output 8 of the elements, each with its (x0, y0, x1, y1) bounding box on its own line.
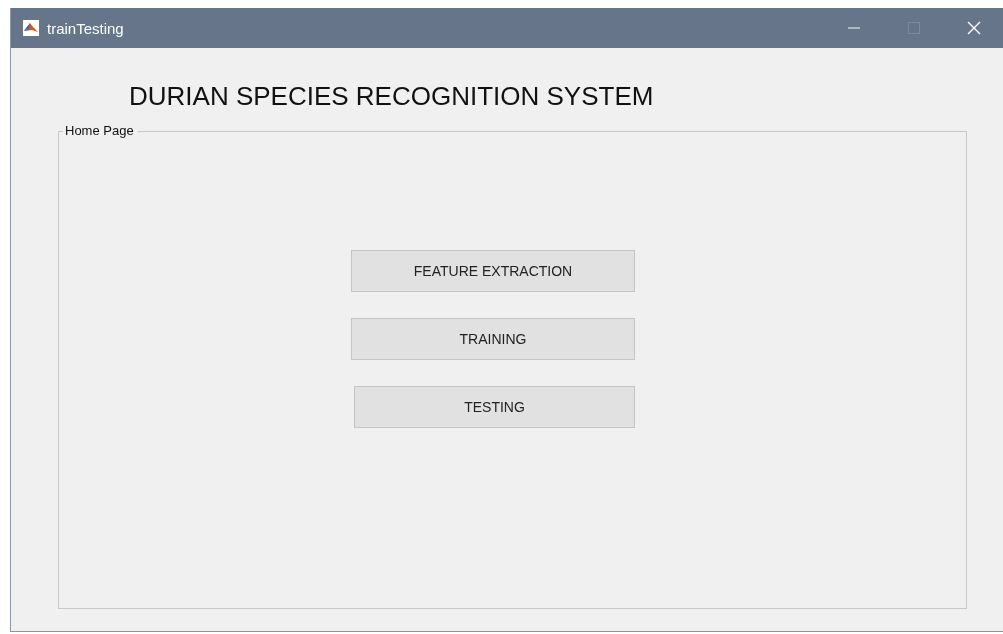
window-title: trainTesting (47, 19, 124, 37)
panel-title: Home Page (63, 123, 138, 138)
app-logo-icon (23, 20, 39, 36)
menu-button[interactable]: FEATURE EXTRACTION (351, 250, 635, 292)
menu-button[interactable]: TRAINING (351, 318, 635, 360)
close-icon[interactable] (967, 21, 981, 35)
app-heading: DURIAN SPECIES RECOGNITION SYSTEM (129, 81, 655, 112)
menu-button[interactable]: TESTING (354, 386, 635, 428)
